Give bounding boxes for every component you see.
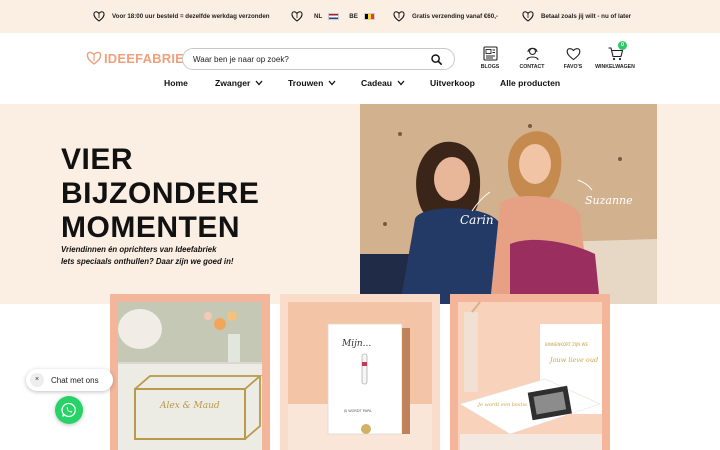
card-script-title: Mijn... [341,339,371,349]
contact-link[interactable]: CONTACT [510,45,554,70]
shipping-announcement: Voor 18:00 uur besteld = dezelfde werkda… [92,8,270,24]
heart-logo-icon [393,11,405,22]
chevron-down-icon [255,80,263,86]
heart-icon [566,48,580,61]
box-engraving: Alex & Maud [159,401,220,411]
product-card-test-card[interactable]: Mijn... JIJ WORDT PAPA [280,294,440,450]
contact-label: CONTACT [519,64,545,70]
card-small-text: JIJ WORDT PAPA [343,409,372,413]
founders-illustration: Carin Suzanne [360,104,657,304]
founders-photo: Carin Suzanne [360,104,657,304]
whatsapp-icon [61,402,76,418]
chevron-down-icon [397,80,405,86]
whatsapp-chat-button[interactable] [55,396,83,424]
heart-logo-icon [93,11,105,22]
nav-label: Alle producten [500,78,561,88]
hero-subtitle-line: Iets speciaals onthullen? Daar zijn we g… [61,257,234,266]
logo-text: IDEEFABRIEK [104,50,194,66]
nav-home[interactable]: Home [164,78,188,88]
reveal-box-image: BINNENKORT ZIJN WE Jouw lieve oud Je wor… [458,301,602,450]
hero-title: VIER BIJZONDERE MOMENTEN [61,143,260,244]
hero-subtitle: Vriendinnen én oprichters van Ideefabrie… [61,244,271,268]
announcement-text: Voor 18:00 uur besteld = dezelfde werkda… [112,12,270,20]
site-logo[interactable]: IDEEFABRIEK [86,49,194,67]
product-card-reveal-box[interactable]: BINNENKORT ZIJN WE Jouw lieve oud Je wor… [450,294,610,450]
photo-name-carin: Carin [460,213,494,227]
country-nl-label: NL [314,12,323,20]
chevron-down-icon [328,80,336,86]
flag-be-icon [363,12,375,20]
favorites-link[interactable]: FAVO'S [551,45,595,70]
logo-heart-icon [86,51,102,65]
contact-icon [525,47,539,61]
nav-label: Trouwen [288,78,324,88]
payment-announcement: Betaal zoals jij wilt - nu of later [521,8,631,24]
free-shipping-announcement: Gratis verzending vanaf €60,- [392,8,498,24]
nav-zwanger[interactable]: Zwanger [215,78,263,88]
card-text: Je wordt een bestie... [477,402,532,408]
nav-label: Cadeau [361,78,393,88]
cart-link[interactable]: WINKELWAGEN 0 [593,41,637,70]
box-text-1: BINNENKORT ZIJN WE [545,342,589,347]
cart-count-badge: 0 [618,41,627,50]
chat-label: Chat met ons [51,375,99,385]
blogs-label: BLOGS [480,64,500,70]
flag-nl-icon [328,12,340,20]
nav-label: Home [164,78,188,88]
blog-icon [482,46,498,61]
chat-close-button[interactable]: × [30,373,44,387]
box-text-2: Jouw lieve oud [548,356,598,364]
favorites-label: FAVO'S [563,64,583,70]
search-icon[interactable] [431,54,442,65]
heart-logo-icon [522,11,534,22]
search-input[interactable] [193,54,413,64]
nav-trouwen[interactable]: Trouwen [288,78,336,88]
nav-cadeau[interactable]: Cadeau [361,78,405,88]
nav-uitverkoop[interactable]: Uitverkoop [430,78,475,88]
cart-label: WINKELWAGEN [595,64,635,70]
photo-name-suzanne: Suzanne [585,194,633,207]
country-announcement: NL BE [290,8,375,24]
nav-label: Zwanger [215,78,251,88]
chat-popup[interactable]: × Chat met ons [26,369,113,391]
announcement-bar: Voor 18:00 uur besteld = dezelfde werkda… [0,0,720,33]
announcement-text: Gratis verzending vanaf €60,- [412,12,498,20]
nav-label: Uitverkoop [430,78,475,88]
main-navigation: Home Zwanger Trouwen Cadeau Uitverkoop A… [0,78,720,92]
glass-box-image: Alex & Maud [118,302,263,450]
hero-subtitle-line: Vriendinnen én oprichters van Ideefabrie… [61,245,217,254]
announcement-text: Betaal zoals jij wilt - nu of later [541,12,632,20]
nav-alle-producten[interactable]: Alle producten [500,78,560,88]
heart-logo-icon [291,11,303,22]
test-card-image: Mijn... JIJ WORDT PAPA [288,302,432,450]
search-bar[interactable] [182,48,455,70]
product-card-glass-box[interactable]: Alex & Maud [110,294,270,450]
blogs-link[interactable]: BLOGS [468,45,512,70]
country-be-label: BE [349,12,358,20]
